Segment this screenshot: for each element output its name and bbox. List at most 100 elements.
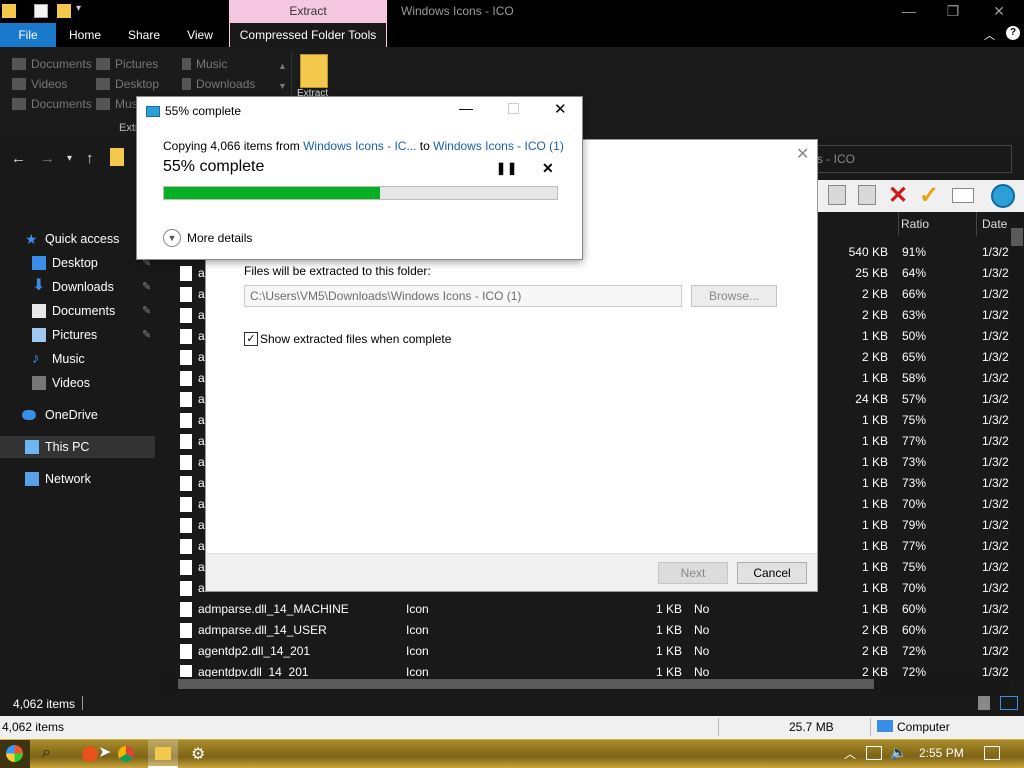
- search-box[interactable]: s - ICO: [808, 145, 1012, 173]
- cell-ratio: 60%: [902, 623, 927, 637]
- up-arrow-icon[interactable]: ↑: [86, 150, 94, 167]
- wizard-close-icon[interactable]: ✕: [796, 144, 809, 164]
- forward-arrow-icon[interactable]: →: [40, 150, 55, 167]
- cell-size: 1 KB: [656, 602, 683, 616]
- details-view-icon[interactable]: [978, 696, 990, 710]
- extract-all-icon[interactable]: [300, 54, 328, 88]
- tab-file[interactable]: File: [0, 23, 56, 47]
- cancel-button[interactable]: Cancel: [737, 562, 807, 584]
- nav-item-videos[interactable]: Videos: [0, 372, 155, 394]
- help-icon[interactable]: ?: [1006, 26, 1020, 40]
- browse-button[interactable]: Browse...: [691, 285, 777, 307]
- cancel-copy-icon[interactable]: ✕: [542, 160, 554, 177]
- pin-icon[interactable]: ✎: [142, 324, 151, 346]
- horizontal-scrollbar-thumb[interactable]: [178, 679, 874, 689]
- nav-item-pictures[interactable]: Pictures ✎: [0, 324, 155, 346]
- collapse-ribbon-icon[interactable]: ︿: [984, 27, 995, 43]
- volume-icon[interactable]: 🔈: [890, 744, 907, 761]
- network-status-icon[interactable]: [866, 746, 882, 760]
- item-count-bottom: 4,062 items: [2, 720, 65, 734]
- cell-ratio: 70%: [902, 497, 927, 511]
- show-files-checkbox[interactable]: ✓: [244, 332, 258, 346]
- cell-packed-size: 2 KB: [861, 350, 888, 364]
- cell-packed-size: 1 KB: [861, 581, 888, 595]
- table-row[interactable]: admparse.dll_14_MACHINE Icon 1 KB No 1 KB 60%…: [160, 599, 1010, 620]
- chrome-icon[interactable]: [118, 746, 134, 762]
- cell-ratio: 70%: [902, 581, 927, 595]
- new-folder-icon[interactable]: [57, 4, 71, 18]
- close-button[interactable]: ✕: [976, 0, 1022, 23]
- check-icon[interactable]: ✓: [919, 181, 939, 210]
- delete-icon[interactable]: ✕: [888, 181, 908, 210]
- tab-view[interactable]: View: [180, 23, 220, 47]
- dialog-maximize-button[interactable]: [508, 103, 519, 114]
- properties-icon[interactable]: [34, 4, 48, 18]
- minimize-button[interactable]: —: [886, 0, 932, 23]
- pin-icon[interactable]: ✎: [142, 276, 151, 298]
- back-arrow-icon[interactable]: ←: [11, 150, 26, 167]
- qat-dropdown-icon[interactable]: ▾: [76, 3, 81, 14]
- window-title: Windows Icons - ICO: [401, 4, 514, 18]
- tab-share[interactable]: Share: [122, 23, 166, 47]
- search-icon[interactable]: ⌕: [42, 744, 51, 762]
- nav-item-desktop[interactable]: Desktop ✎: [0, 252, 155, 274]
- recent-locations-icon[interactable]: ▾: [67, 153, 72, 164]
- nav-item-downloads[interactable]: ⬇ Downloads ✎: [0, 276, 155, 298]
- ribbon-item-documents[interactable]: Documents: [12, 54, 92, 74]
- copy-icon[interactable]: [828, 185, 846, 205]
- file-icon: [180, 413, 192, 428]
- cell-date: 1/3/2: [982, 581, 1009, 595]
- nav-item-this-pc[interactable]: This PC: [0, 436, 155, 458]
- cell-date: 1/3/2: [982, 392, 1009, 406]
- file-icon: [180, 476, 192, 491]
- notifications-icon[interactable]: [984, 746, 1000, 760]
- chevron-down-icon[interactable]: ▼: [163, 229, 181, 247]
- pause-icon[interactable]: ❚❚: [496, 161, 518, 175]
- dialog-close-button[interactable]: ✕: [554, 100, 567, 118]
- tab-compressed-folder-tools[interactable]: Compressed Folder Tools: [229, 23, 387, 47]
- file-icon: [180, 518, 192, 533]
- show-files-label[interactable]: Show extracted files when complete: [260, 332, 451, 346]
- nav-item-music[interactable]: ♪ Music: [0, 348, 155, 370]
- ribbon-item-pictures[interactable]: Pictures: [96, 54, 158, 74]
- pin-icon[interactable]: ✎: [142, 300, 151, 322]
- ribbon-item-music-2[interactable]: Mus: [96, 94, 138, 114]
- table-row[interactable]: agentdp2.dll_14_201 Icon 1 KB No 2 KB 72% 1/3/…: [160, 641, 1010, 662]
- firefox-icon[interactable]: [82, 746, 98, 762]
- vertical-scrollbar[interactable]: [1010, 212, 1024, 680]
- nav-item-quick-access[interactable]: ★ Quick access: [0, 228, 155, 250]
- ribbon-item-documents-2[interactable]: Documents: [12, 94, 92, 114]
- info-icon[interactable]: [952, 188, 974, 203]
- ribbon-item-videos[interactable]: Videos: [12, 74, 67, 94]
- cell-packed-size: 2 KB: [861, 287, 888, 301]
- cell-date: 1/3/2: [982, 287, 1009, 301]
- pictures-icon: [32, 328, 46, 342]
- ribbon-item-downloads[interactable]: Downloads: [182, 74, 255, 94]
- more-details-link[interactable]: More details: [187, 231, 252, 245]
- source-folder-link[interactable]: Windows Icons - IC...: [303, 139, 416, 153]
- tab-home[interactable]: Home: [62, 23, 108, 47]
- large-icons-view-icon[interactable]: [1000, 696, 1018, 710]
- table-row[interactable]: admparse.dll_14_USER Icon 1 KB No 2 KB 60% 1/3…: [160, 620, 1010, 641]
- progress-headline: 55% complete: [163, 158, 265, 175]
- ribbon-item-music[interactable]: Music: [182, 54, 227, 74]
- paste-icon[interactable]: [858, 185, 876, 205]
- show-hidden-icons-icon[interactable]: ︿: [844, 745, 856, 762]
- globe-icon[interactable]: [991, 184, 1015, 208]
- nav-item-documents[interactable]: Documents ✎: [0, 300, 155, 322]
- folder-icon[interactable]: [2, 4, 16, 18]
- dialog-minimize-button[interactable]: —: [459, 100, 473, 116]
- next-button[interactable]: Next: [658, 562, 728, 584]
- settings-gear-icon[interactable]: ⚙: [191, 744, 205, 764]
- destination-field[interactable]: C:\Users\VM5\Downloads\Windows Icons - I…: [244, 285, 682, 307]
- vertical-scrollbar-thumb[interactable]: [1011, 228, 1023, 246]
- maximize-button[interactable]: ❐: [930, 0, 976, 23]
- destination-folder-link[interactable]: Windows Icons - ICO (1): [433, 139, 564, 153]
- destination-label: Files will be extracted to this folder:: [244, 264, 431, 278]
- clock[interactable]: 2:55 PM: [919, 746, 964, 760]
- documents-icon: [12, 58, 26, 70]
- file-icon: [180, 602, 192, 617]
- nav-item-onedrive[interactable]: OneDrive: [0, 404, 155, 426]
- nav-item-network[interactable]: Network: [0, 468, 155, 490]
- ribbon-item-desktop[interactable]: Desktop: [96, 74, 159, 94]
